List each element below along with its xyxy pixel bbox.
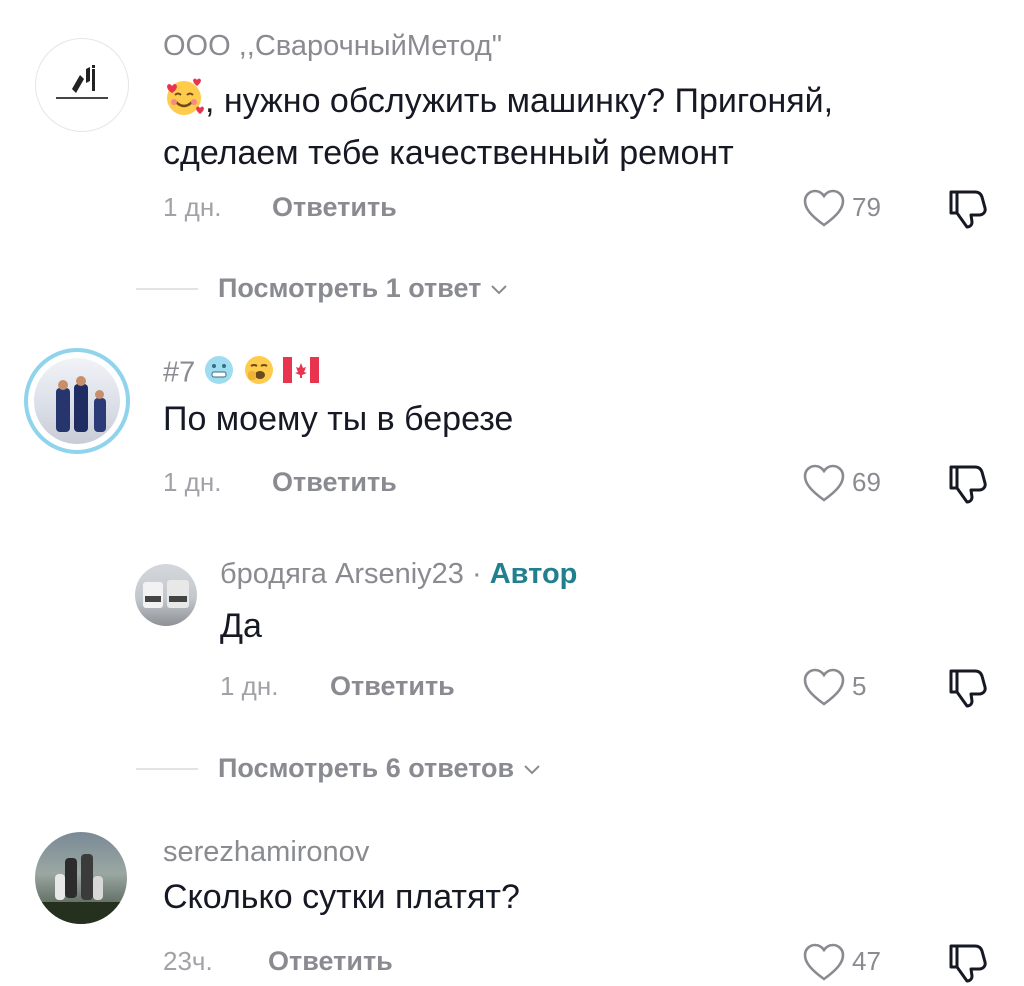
comment-text: По моему ты в березе <box>163 400 514 438</box>
divider <box>136 288 198 290</box>
comment-text-line2: сделаем тебе качественный ремонт <box>163 134 734 172</box>
dislike-icon[interactable] <box>945 665 989 709</box>
like-count: 79 <box>852 192 881 222</box>
avatar[interactable] <box>35 832 127 924</box>
like-count: 47 <box>852 946 881 976</box>
welding-logo-icon <box>56 65 108 99</box>
comment-text: Да <box>220 607 262 645</box>
divider <box>136 768 198 770</box>
separator: · <box>472 558 482 590</box>
comment-text: , нужно обслужить машинку? Пригоняй, сде… <box>163 76 993 176</box>
reply-button[interactable]: Ответить <box>330 671 455 702</box>
timestamp: 1 дн. <box>163 467 222 497</box>
heart-icon[interactable] <box>802 188 846 228</box>
timestamp: 1 дн. <box>220 671 279 701</box>
heart-icon[interactable] <box>802 942 846 982</box>
view-replies-label: Посмотреть 6 ответов <box>218 753 515 783</box>
smiling-face-with-hearts-icon <box>163 76 205 130</box>
reply-button[interactable]: Ответить <box>272 192 397 223</box>
timestamp: 23ч. <box>163 946 213 976</box>
comment-text-line1: , нужно обслужить машинку? Пригоняй, <box>205 81 834 120</box>
comment-3-reply: бродяга Arseniy23 · Автор Да 1 дн. Ответ… <box>0 540 1024 810</box>
view-replies-label: Посмотреть 1 ответ <box>218 273 482 303</box>
comment-1: ООО ,,СварочныйМетод" , нужно обслужить … <box>0 0 1024 330</box>
author-badge: Автор <box>489 558 578 590</box>
heart-icon[interactable] <box>802 463 846 503</box>
like-count: 5 <box>852 671 867 701</box>
username[interactable]: ООО ,,СварочныйМетод" <box>163 30 502 63</box>
username-text: #7 <box>163 356 196 389</box>
avatar[interactable] <box>35 38 129 132</box>
username[interactable]: #7 <box>163 354 320 394</box>
avatar[interactable] <box>135 564 197 626</box>
timestamp: 1 дн. <box>163 192 222 222</box>
like-count: 69 <box>852 467 881 497</box>
canada-flag-icon <box>283 357 320 391</box>
reply-button[interactable]: Ответить <box>272 467 397 498</box>
comment-text: Сколько сутки платят? <box>163 878 520 916</box>
dislike-icon[interactable] <box>945 186 989 230</box>
yawning-face-icon <box>243 354 275 394</box>
dislike-icon[interactable] <box>945 461 989 505</box>
view-replies-button[interactable]: Посмотреть 6 ответов <box>218 753 542 784</box>
chevron-down-icon <box>523 765 540 775</box>
chevron-down-icon <box>491 285 507 295</box>
username[interactable]: бродяга Arseniy23 · Автор <box>220 558 577 591</box>
reply-button[interactable]: Ответить <box>268 946 393 977</box>
avatar[interactable] <box>24 348 130 454</box>
dislike-icon[interactable] <box>945 940 989 984</box>
heart-icon[interactable] <box>802 667 846 707</box>
comment-4: serezhamironov Сколько сутки платят? 23ч… <box>0 820 1024 986</box>
comment-2: #7 По моему ты в березе 1 дн. Ответить 6… <box>0 330 1024 530</box>
username[interactable]: serezhamironov <box>163 836 369 869</box>
view-replies-button[interactable]: Посмотреть 1 ответ <box>218 273 509 304</box>
cold-face-icon <box>203 354 235 394</box>
username-text: бродяга Arseniy23 <box>220 558 464 590</box>
